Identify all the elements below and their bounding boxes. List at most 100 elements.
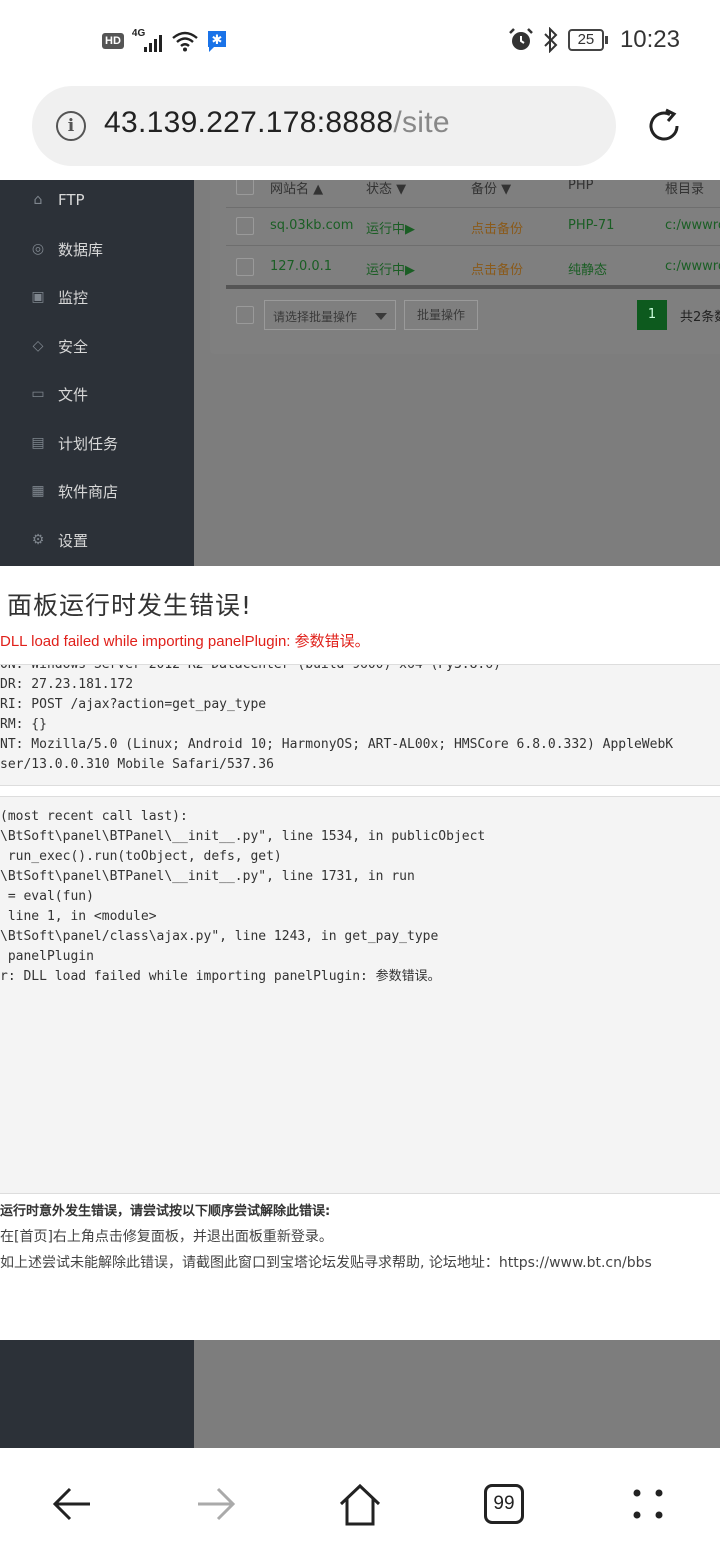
sidebar-item-settings[interactable]: ⚙ 设置	[30, 525, 88, 555]
forward-button[interactable]	[186, 1474, 246, 1534]
select-all-checkbox[interactable]	[236, 180, 254, 195]
table-row: 127.0.0.1 运行中▶ 点击备份 纯静态 c:/wwwro	[226, 247, 720, 287]
help-step-2[interactable]: 如上述尝试未能解除此错误，请截图此窗口到宝塔论坛发贴寻求帮助, 论坛地址：htt…	[0, 1252, 652, 1272]
gear-icon: ⚙	[31, 532, 45, 548]
error-info: ON: Windows Server 2012 R2 Datacenter (b…	[0, 664, 674, 775]
site-name-link[interactable]: 127.0.0.1	[270, 259, 332, 274]
wifi-icon	[172, 31, 198, 52]
batch-operation-button[interactable]: 批量操作	[404, 300, 478, 330]
reload-icon[interactable]	[644, 106, 684, 146]
sidebar-item-label: 数据库	[58, 240, 104, 259]
sidebar-item-label: FTP	[58, 191, 85, 209]
browser-navbar: 99	[0, 1448, 720, 1560]
status-running[interactable]: 运行中▶	[366, 259, 415, 278]
site-name-link[interactable]: sq.03kb.com	[270, 218, 353, 233]
help-step-1: 在[首页]右上角点击修复面板，并退出面板重新登录。	[0, 1229, 333, 1245]
hd-badge: HD	[102, 33, 124, 49]
sidebar-item-files[interactable]: ▭ 文件	[30, 379, 88, 409]
calendar-icon: ▤	[31, 435, 45, 451]
col-backup[interactable]: 备份 ▼	[471, 180, 511, 197]
trace-line: (most recent call last):	[0, 809, 188, 824]
status-bar: HD 4G ✱ 25 10:23	[0, 0, 720, 84]
col-status[interactable]: 状态 ▼	[366, 180, 406, 197]
php-version[interactable]: PHP-71	[568, 218, 614, 233]
sidebar-item-security[interactable]: ◇ 安全	[30, 331, 88, 361]
sidebar-item-label: 安全	[58, 337, 89, 356]
trace-line: panelPlugin	[0, 949, 94, 964]
url-path: /site	[393, 106, 450, 139]
col-root: 根目录	[665, 182, 705, 197]
tabs-count: 99	[493, 1493, 515, 1514]
page-below-dialog	[0, 1340, 720, 1448]
error-title: 面板运行时发生错误!	[7, 591, 253, 620]
traceback-box: (most recent call last): \BtSoft\panel\BT…	[0, 796, 720, 1194]
root-dir[interactable]: c:/wwwro	[665, 218, 720, 233]
bluetooth-icon	[544, 27, 558, 53]
monitor-icon: ▣	[31, 289, 45, 305]
folder-icon: ▭	[31, 386, 45, 402]
menu-button[interactable]	[618, 1474, 678, 1534]
pagination-total: 共2条数	[680, 310, 720, 325]
address-bar[interactable]: i 43.139.227.178:8888/site	[32, 86, 616, 166]
sidebar-item-store[interactable]: ▦ 软件商店	[30, 476, 118, 506]
trace-line: = eval(fun)	[0, 889, 94, 904]
ftp-icon: ⌂	[33, 192, 43, 208]
traceback: (most recent call last): \BtSoft\panel\BT…	[0, 807, 485, 987]
sidebar-item-database[interactable]: ◎ 数据库	[30, 234, 103, 264]
table-header: 网站名 ▲ 状态 ▼ 备份 ▼ PHP 根目录	[226, 180, 720, 208]
info-icon[interactable]: i	[56, 111, 86, 141]
sidebar-item-label: 计划任务	[58, 434, 119, 453]
backup-link[interactable]: 点击备份	[471, 218, 523, 237]
sidebar-item-monitor[interactable]: ▣ 监控	[30, 282, 88, 312]
root-dir[interactable]: c:/wwwro	[665, 259, 720, 274]
trace-line: \BtSoft\panel/class\ajax.py", line 1243,…	[0, 929, 439, 944]
sidebar-item-label: 监控	[58, 288, 89, 307]
url-text[interactable]: 43.139.227.178:8888/site	[104, 106, 450, 140]
clock: 10:23	[619, 26, 680, 53]
url-host: 43.139.227.178:8888	[104, 106, 394, 139]
error-message: DLL load failed while importing panelPlu…	[0, 633, 370, 650]
table-divider	[226, 285, 720, 289]
tabs-icon: 99	[484, 1484, 524, 1524]
trace-line: line 1, in <module>	[0, 909, 157, 924]
backup-link[interactable]: 点击备份	[471, 259, 523, 278]
database-icon: ◎	[31, 241, 45, 257]
tabs-button[interactable]: 99	[474, 1474, 534, 1534]
status-running[interactable]: 运行中▶	[366, 218, 415, 237]
col-site-name[interactable]: 网站名 ▲	[270, 180, 323, 197]
error-info-box: ON: Windows Server 2012 R2 Datacenter (b…	[0, 664, 720, 786]
home-button[interactable]	[330, 1474, 390, 1534]
batch-checkbox[interactable]	[236, 306, 254, 324]
row-checkbox[interactable]	[236, 258, 254, 276]
alarm-icon	[509, 28, 533, 50]
info-line: ser/13.0.0.310 Mobile Safari/537.36	[0, 757, 274, 772]
info-line: NT: Mozilla/5.0 (Linux; Android 10; Harm…	[0, 737, 674, 752]
menu-icon	[633, 1489, 663, 1519]
info-line: ON: Windows Server 2012 R2 Datacenter (b…	[0, 664, 501, 672]
row-checkbox[interactable]	[236, 217, 254, 235]
grid-icon: ▦	[31, 483, 45, 499]
back-button[interactable]	[42, 1474, 102, 1534]
sidebar-item-label: 文件	[58, 385, 89, 404]
trace-line: r: DLL load failed while importing panel…	[0, 969, 441, 984]
notification-app-icon: ✱	[207, 31, 226, 52]
sidebar-item-ftp[interactable]: ⌂ FTP	[30, 185, 85, 215]
table-row: sq.03kb.com 运行中▶ 点击备份 PHP-71 c:/wwwro	[226, 206, 720, 246]
info-line: RI: POST /ajax?action=get_pay_type	[0, 697, 267, 712]
batch-operation-select[interactable]: 请选择批量操作	[264, 300, 396, 330]
trace-line: \BtSoft\panel\BTPanel\__init__.py", line…	[0, 829, 486, 844]
help-title: 运行时意外发生错误，请尝试按以下顺序尝试解除此错误:	[0, 1204, 331, 1219]
back-icon	[52, 1487, 90, 1521]
status-right: 25 10:23	[508, 26, 680, 54]
pagination-current[interactable]: 1	[637, 300, 667, 330]
battery-icon: 25	[567, 29, 608, 51]
forward-icon	[198, 1487, 236, 1521]
error-dialog: 面板运行时发生错误! DLL load failed while importi…	[0, 566, 720, 1340]
info-line: DR: 27.23.181.172	[0, 677, 134, 692]
home-icon	[339, 1483, 381, 1526]
php-version[interactable]: 纯静态	[568, 259, 607, 278]
sidebar-item-label: 设置	[58, 531, 89, 550]
sidebar-item-cron[interactable]: ▤ 计划任务	[30, 428, 118, 458]
status-left: HD 4G ✱	[102, 28, 228, 54]
signal-icon: 4G	[132, 28, 164, 54]
